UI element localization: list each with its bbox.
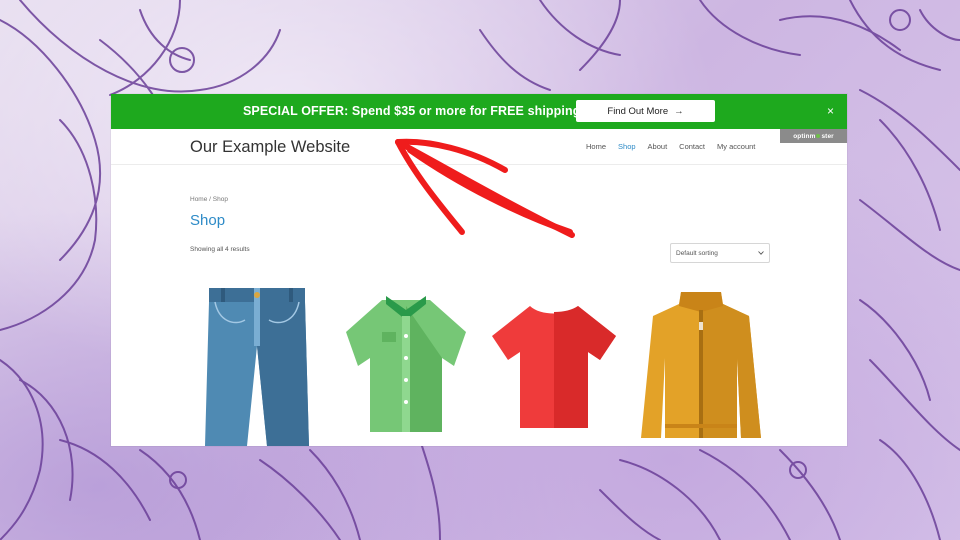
nav-contact[interactable]: Contact xyxy=(679,142,705,151)
nav-home[interactable]: Home xyxy=(586,142,606,151)
nav-shop[interactable]: Shop xyxy=(618,142,636,151)
shirt-icon xyxy=(346,296,466,432)
offer-text: SPECIAL OFFER: Spend $35 or more for FRE… xyxy=(243,104,581,118)
arrow-right-icon: → xyxy=(674,105,684,117)
chevron-down-icon xyxy=(758,251,764,255)
product-tshirt[interactable] xyxy=(490,302,618,435)
close-icon[interactable]: × xyxy=(827,105,834,117)
product-jacket[interactable] xyxy=(637,288,765,446)
result-count: Showing all 4 results xyxy=(190,246,250,253)
sorting-select[interactable]: Default sorting xyxy=(670,243,770,263)
nav-my-account[interactable]: My account xyxy=(717,142,755,151)
tshirt-icon xyxy=(492,306,616,428)
nav-about[interactable]: About xyxy=(648,142,668,151)
sorting-selected-value: Default sorting xyxy=(676,249,718,257)
website-screenshot: SPECIAL OFFER: Spend $35 or more for FRE… xyxy=(111,94,847,446)
breadcrumb[interactable]: Home / Shop xyxy=(190,196,228,203)
find-out-more-button[interactable]: Find Out More → xyxy=(576,100,715,122)
site-header: Our Example Website Home Shop About Cont… xyxy=(111,129,847,165)
special-offer-bar: SPECIAL OFFER: Spend $35 or more for FRE… xyxy=(111,94,847,129)
jacket-icon xyxy=(641,292,761,438)
page-title: Shop xyxy=(190,212,226,229)
jeans-icon xyxy=(205,288,309,446)
site-title[interactable]: Our Example Website xyxy=(190,138,350,157)
main-nav: Home Shop About Contact My account xyxy=(586,142,755,151)
product-shirt[interactable] xyxy=(342,292,470,439)
find-out-more-label: Find Out More xyxy=(607,105,669,117)
product-jeans[interactable] xyxy=(201,286,313,446)
